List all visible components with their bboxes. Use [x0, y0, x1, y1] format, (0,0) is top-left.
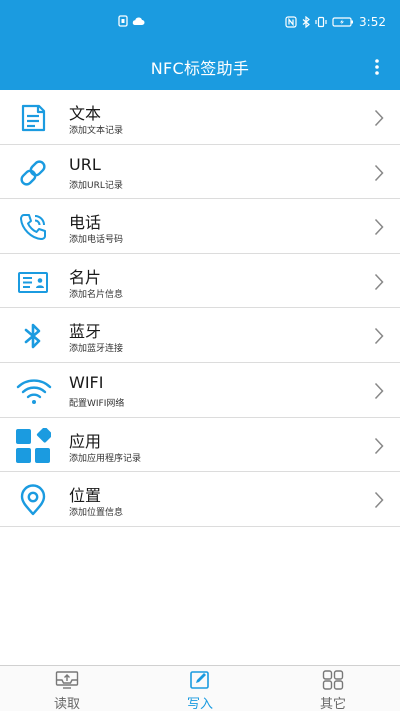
chevron-right-icon	[374, 382, 384, 399]
item-title: 位置	[69, 486, 102, 506]
item-title: WIFI	[69, 372, 104, 392]
item-title: 名片	[69, 267, 102, 287]
nfc-icon	[285, 16, 297, 28]
list-item-apps[interactable]: 应用 添加应用程序记录	[0, 417, 400, 473]
tab-label: 其它	[319, 697, 346, 711]
item-subtitle: 添加蓝牙连接	[69, 344, 124, 355]
item-subtitle: 添加文本记录	[69, 126, 124, 136]
item-subtitle: 添加URL记录	[69, 180, 123, 191]
list-item-wifi[interactable]: WIFI 配置WIFI网络	[0, 362, 400, 418]
write-edit-icon	[190, 671, 209, 689]
item-subtitle: 添加位置信息	[69, 508, 124, 519]
item-title: 电话	[69, 213, 102, 233]
phone-icon	[20, 214, 46, 241]
item-title: URL	[69, 154, 101, 174]
tab-read[interactable]: 读取	[27, 666, 107, 711]
chevron-right-icon	[374, 109, 384, 127]
tab-label: 读取	[53, 697, 80, 711]
list-item-text[interactable]: 文本 添加文本记录	[0, 90, 400, 145]
item-subtitle: 配置WIFI网络	[69, 398, 125, 409]
status-time: 3:52	[359, 15, 386, 29]
item-title: 文本	[69, 104, 102, 123]
record-type-list: 文本 添加文本记录 URL 添加URL记录 电话 添加电话号码 名片 添加名片信…	[0, 90, 400, 527]
vibrate-icon	[315, 16, 327, 28]
item-subtitle: 添加电话号码	[69, 235, 124, 246]
chevron-right-icon	[374, 273, 384, 290]
read-tray-icon	[55, 671, 79, 689]
list-item-location[interactable]: 位置 添加位置信息	[0, 472, 400, 527]
chevron-right-icon	[374, 328, 384, 345]
chevron-right-icon	[374, 164, 384, 181]
status-right-icons: 3:52	[285, 15, 386, 29]
bluetooth-icon	[302, 16, 310, 28]
notification-icon	[118, 15, 128, 27]
list-item-phone[interactable]: 电话 添加电话号码	[0, 199, 400, 254]
list-item-business-card[interactable]: 名片 添加名片信息	[0, 253, 400, 309]
more-vertical-icon[interactable]	[372, 57, 382, 77]
location-icon	[20, 484, 46, 516]
chevron-right-icon	[374, 219, 384, 236]
apps-icon	[16, 427, 51, 463]
battery-icon	[332, 17, 354, 27]
link-icon	[20, 160, 46, 186]
bottom-tab-bar: 读取 写入 其它	[0, 665, 400, 711]
tab-other[interactable]: 其它	[293, 666, 373, 711]
chevron-right-icon	[374, 437, 384, 454]
app-title: NFC标签助手	[150, 59, 250, 78]
cloud-icon	[132, 17, 145, 25]
tab-write[interactable]: 写入	[160, 666, 240, 711]
list-item-url[interactable]: URL 添加URL记录	[0, 144, 400, 200]
status-left-icons	[118, 15, 145, 27]
app-bar: NFC标签助手	[0, 44, 400, 90]
tab-label: 写入	[186, 697, 213, 711]
document-icon	[21, 104, 46, 132]
list-item-bluetooth[interactable]: 蓝牙 添加蓝牙连接	[0, 308, 400, 363]
business-card-icon	[18, 271, 48, 293]
item-subtitle: 添加名片信息	[69, 289, 124, 300]
wifi-icon	[16, 379, 52, 404]
item-title: 蓝牙	[69, 322, 102, 342]
item-title: 应用	[69, 431, 102, 451]
item-subtitle: 添加应用程序记录	[69, 453, 142, 464]
bluetooth-icon	[24, 324, 41, 349]
status-bar: 3:52	[0, 0, 400, 44]
chevron-right-icon	[374, 492, 384, 509]
grid-other-icon	[322, 670, 344, 690]
